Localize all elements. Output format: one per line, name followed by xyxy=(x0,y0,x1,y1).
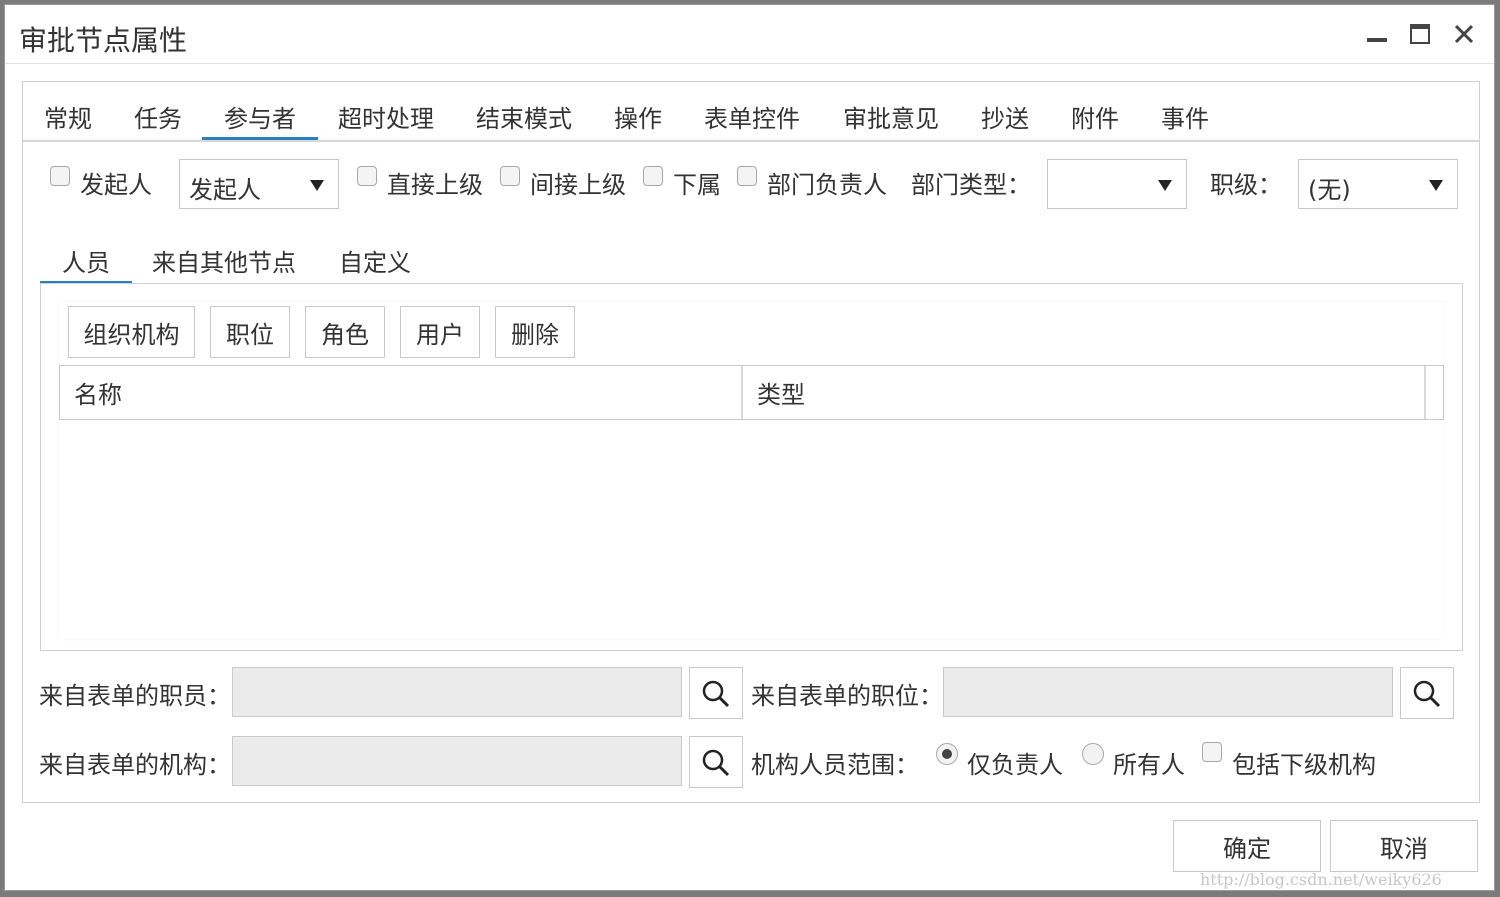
scope-everyone-label: 所有人 xyxy=(1113,751,1185,779)
org-scope-label: 机构人员范围： xyxy=(751,751,919,779)
dept-head-label: 部门负责人 xyxy=(767,171,887,199)
form-staff-label: 来自表单的职员： xyxy=(39,682,231,710)
form-org-search-button[interactable] xyxy=(689,736,743,788)
subordinate-label: 下属 xyxy=(673,171,721,199)
include-suborgs-label: 包括下级机构 xyxy=(1232,751,1376,779)
form-position-input[interactable] xyxy=(943,667,1393,717)
main-tabs: 常规 任务 参与者 超时处理 结束模式 操作 表单控件 审批意见 抄送 附件 事… xyxy=(23,82,1479,142)
include-suborgs-checkbox[interactable] xyxy=(1202,742,1222,762)
dialog-window: 审批节点属性 常规 任务 参与者 超时处理 结束模式 操作 表单控件 审批意见 … xyxy=(4,4,1495,891)
column-header-type[interactable]: 类型 xyxy=(743,366,1425,419)
add-org-button[interactable]: 组织机构 xyxy=(68,306,195,358)
chevron-down-icon xyxy=(1158,180,1172,191)
direct-superior-label: 直接上级 xyxy=(387,171,483,199)
tab-operations[interactable]: 操作 xyxy=(614,99,662,134)
add-position-button[interactable]: 职位 xyxy=(210,306,290,358)
form-org-row: 来自表单的机构： 机构人员范围： 仅负责人 所有人 包括下级机构 xyxy=(23,733,1479,789)
dept-type-select[interactable] xyxy=(1047,159,1187,209)
tab-end-mode[interactable]: 结束模式 xyxy=(476,99,572,134)
scope-head-only-label: 仅负责人 xyxy=(967,751,1063,779)
search-icon xyxy=(702,749,730,777)
add-user-button[interactable]: 用户 xyxy=(400,306,480,358)
title-bar: 审批节点属性 xyxy=(5,5,1494,64)
maximize-button[interactable] xyxy=(1403,17,1437,51)
close-button[interactable] xyxy=(1447,17,1481,51)
form-staff-search-button[interactable] xyxy=(689,667,743,719)
tab-form-controls[interactable]: 表单控件 xyxy=(704,99,800,134)
cancel-button[interactable]: 取消 xyxy=(1330,820,1478,872)
form-org-label: 来自表单的机构： xyxy=(39,751,231,779)
scope-head-only-radio[interactable] xyxy=(936,743,958,765)
initiator-checkbox[interactable] xyxy=(50,166,70,186)
chevron-down-icon xyxy=(1429,180,1443,191)
tab-events[interactable]: 事件 xyxy=(1161,99,1209,134)
form-staff-input[interactable] xyxy=(232,667,682,717)
initiator-select[interactable]: 发起人 xyxy=(179,159,339,209)
active-tab-indicator xyxy=(202,137,318,140)
participants-table-header: 名称 类型 xyxy=(59,365,1444,420)
indirect-superior-checkbox[interactable] xyxy=(500,166,520,186)
watermark: http://blog.csdn.net/weiky626 xyxy=(1200,870,1442,889)
rank-select[interactable]: (无) xyxy=(1298,159,1458,209)
people-grid-container: 组织机构 职位 角色 用户 删除 名称 类型 xyxy=(59,302,1444,639)
participant-subtabs: 人员 来自其他节点 自定义 xyxy=(40,223,1463,284)
initiator-label: 发起人 xyxy=(80,171,152,199)
form-position-label: 来自表单的职位： xyxy=(751,682,943,710)
maximize-icon xyxy=(1410,24,1430,44)
tab-task[interactable]: 任务 xyxy=(134,99,182,134)
close-icon xyxy=(1454,24,1474,44)
chevron-down-icon xyxy=(310,180,324,191)
form-org-input[interactable] xyxy=(232,736,682,786)
subtab-other-nodes[interactable]: 来自其他节点 xyxy=(152,243,296,278)
form-position-search-button[interactable] xyxy=(1400,667,1454,719)
dialog-title: 审批节点属性 xyxy=(19,24,188,57)
subtab-people[interactable]: 人员 xyxy=(62,243,110,278)
minimize-icon xyxy=(1367,38,1387,42)
tab-timeout[interactable]: 超时处理 xyxy=(338,99,434,134)
people-panel: 组织机构 职位 角色 用户 删除 名称 类型 xyxy=(40,283,1463,651)
tab-approval-opinion[interactable]: 审批意见 xyxy=(843,99,939,134)
main-panel: 常规 任务 参与者 超时处理 结束模式 操作 表单控件 审批意见 抄送 附件 事… xyxy=(22,81,1480,803)
tab-general[interactable]: 常规 xyxy=(44,99,92,134)
ok-button[interactable]: 确定 xyxy=(1173,820,1321,872)
tab-cc[interactable]: 抄送 xyxy=(981,99,1029,134)
column-header-name[interactable]: 名称 xyxy=(60,366,742,419)
scope-everyone-radio[interactable] xyxy=(1082,743,1104,765)
search-icon xyxy=(702,680,730,708)
column-divider xyxy=(1424,366,1426,419)
participant-options-row: 发起人 发起人 直接上级 间接上级 下属 部门负责人 部门类型： 职级： (无) xyxy=(23,159,1479,213)
initiator-select-value: 发起人 xyxy=(189,176,261,204)
minimize-button[interactable] xyxy=(1360,17,1394,51)
tab-attachments[interactable]: 附件 xyxy=(1071,99,1119,134)
rank-label: 职级： xyxy=(1210,171,1282,199)
dept-head-checkbox[interactable] xyxy=(737,166,757,186)
indirect-superior-label: 间接上级 xyxy=(530,171,626,199)
tab-participants[interactable]: 参与者 xyxy=(224,99,296,134)
add-role-button[interactable]: 角色 xyxy=(305,306,385,358)
subtab-custom[interactable]: 自定义 xyxy=(339,243,411,278)
rank-select-value: (无) xyxy=(1308,176,1351,204)
form-staff-row: 来自表单的职员： 来自表单的职位： xyxy=(23,664,1479,720)
direct-superior-checkbox[interactable] xyxy=(357,166,377,186)
search-icon xyxy=(1413,680,1441,708)
subordinate-checkbox[interactable] xyxy=(643,166,663,186)
dept-type-label: 部门类型： xyxy=(911,171,1031,199)
delete-button[interactable]: 删除 xyxy=(495,306,575,358)
